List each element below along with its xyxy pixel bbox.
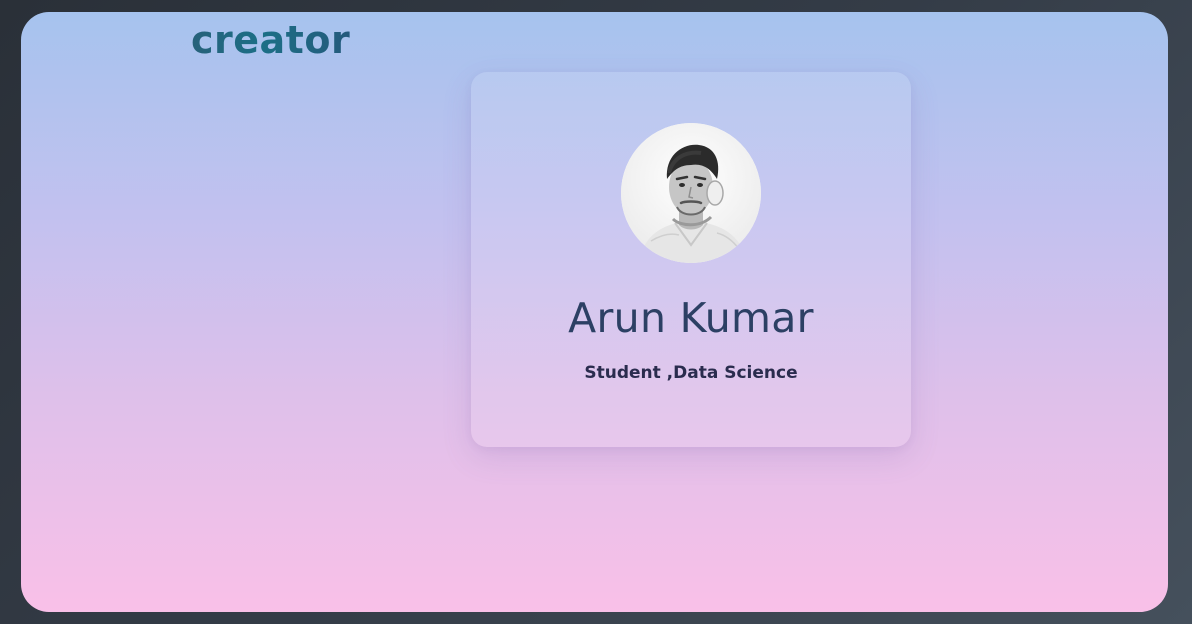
app-window: creator Arun Kumar Student ,Data Science <box>21 12 1168 612</box>
profile-name: Arun Kumar <box>568 294 814 342</box>
profile-role: Student ,Data Science <box>584 363 798 383</box>
profile-photo-icon <box>621 123 761 263</box>
brand-logo[interactable]: creator <box>191 18 350 62</box>
profile-card: Arun Kumar Student ,Data Science <box>471 72 911 447</box>
avatar <box>621 123 761 263</box>
